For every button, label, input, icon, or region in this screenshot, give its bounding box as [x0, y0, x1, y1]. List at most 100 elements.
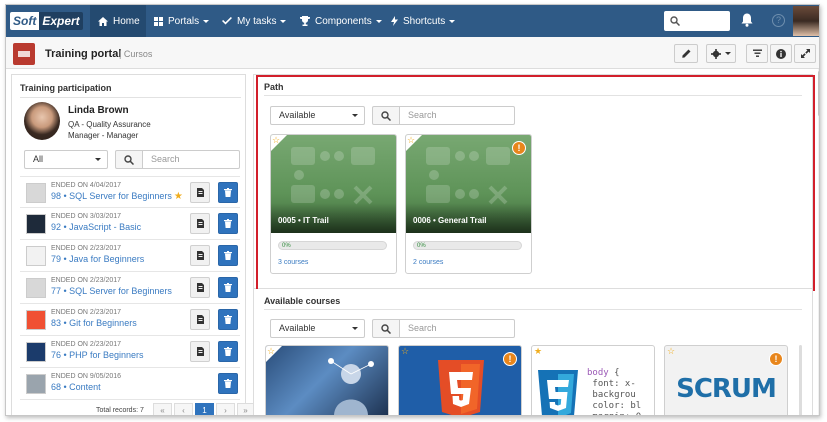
search-button[interactable] — [115, 150, 143, 169]
delete-button[interactable] — [218, 245, 238, 266]
next-page-button[interactable]: › — [216, 403, 235, 415]
star-icon: ★ — [173, 191, 183, 202]
last-page-button[interactable]: » — [237, 403, 254, 415]
course-end-date: ENDED ON 2/23/2017 — [51, 309, 122, 316]
page-scrollbar-track[interactable] — [818, 69, 819, 415]
participation-course-row[interactable]: ENDED ON 9/05/2016 68 • Content — [20, 368, 240, 400]
trash-icon — [224, 188, 232, 197]
delete-button[interactable] — [218, 373, 238, 394]
trail-course-count-link[interactable]: 2 courses — [413, 259, 443, 266]
nav-shortcuts[interactable]: Shortcuts — [391, 5, 456, 37]
course-card-scrum[interactable]: ☆ ! SCRUM — [664, 345, 788, 415]
current-page-button[interactable]: 1 — [195, 403, 214, 415]
course-thumbnail — [26, 246, 46, 266]
chevron-down-icon — [725, 52, 731, 55]
search-button[interactable] — [372, 319, 400, 338]
user-avatar[interactable] — [793, 6, 819, 36]
participation-search-input[interactable]: Search — [143, 150, 240, 169]
info-button[interactable] — [770, 44, 792, 63]
trash-icon — [224, 347, 232, 356]
trail-card[interactable]: ☆ 0005 • IT Trail 0% 3 courses — [270, 134, 397, 274]
global-search-input[interactable] — [664, 11, 730, 31]
pencil-icon — [681, 49, 690, 58]
trash-icon — [224, 379, 232, 388]
course-card-network[interactable]: ☆ — [265, 345, 389, 415]
edit-button[interactable] — [674, 44, 698, 63]
document-icon — [196, 219, 204, 228]
bell-icon[interactable] — [741, 13, 753, 27]
scrum-image: SCRUM — [676, 374, 777, 404]
page-scrollbar-thumb[interactable] — [818, 71, 819, 116]
certificate-button[interactable] — [190, 277, 210, 298]
course-name-link[interactable]: 77 • SQL Server for Beginners — [51, 286, 172, 296]
expand-button[interactable] — [794, 44, 816, 63]
page-subtitle: | Cursos — [119, 49, 153, 59]
softexpert-logo[interactable]: Soft Expert — [10, 11, 83, 31]
chevron-down-icon — [352, 327, 358, 330]
expand-icon — [800, 49, 810, 58]
available-search-input[interactable]: Search — [400, 319, 515, 338]
participation-filter-select[interactable]: All — [24, 150, 108, 169]
star-icon: ★ — [534, 346, 543, 356]
course-name-link[interactable]: 79 • Java for Beginners — [51, 254, 144, 264]
certificate-button[interactable] — [190, 182, 210, 203]
check-icon — [222, 17, 232, 25]
nav-home[interactable]: Home — [90, 5, 146, 37]
delete-button[interactable] — [218, 213, 238, 234]
certificate-button[interactable] — [190, 213, 210, 234]
participation-course-row[interactable]: ENDED ON 2/23/2017 77 • SQL Server for Be… — [20, 272, 240, 304]
panel-title: Path — [264, 82, 284, 92]
path-panel: Path Available Search ☆ 0005 • IT Trail 0%… — [253, 74, 813, 289]
trash-icon — [224, 251, 232, 260]
first-page-button[interactable]: « — [153, 403, 172, 415]
nav-components[interactable]: Components — [300, 5, 382, 37]
search-button[interactable] — [372, 106, 400, 125]
participation-course-row[interactable]: ENDED ON 2/23/2017 83 • Git for Beginners — [20, 304, 240, 336]
course-end-date: ENDED ON 2/23/2017 — [51, 245, 122, 252]
trail-card[interactable]: ☆! 0006 • General Trail 0% 2 courses — [405, 134, 532, 274]
filter-button[interactable] — [746, 44, 768, 63]
trail-progress-label: 0% — [282, 243, 291, 249]
star-icon: ☆ — [407, 135, 416, 145]
delete-button[interactable] — [218, 309, 238, 330]
participation-course-row[interactable]: ENDED ON 4/04/2017 98 • SQL Server for Be… — [20, 176, 240, 208]
course-end-date: ENDED ON 2/23/2017 — [51, 277, 122, 284]
trail-course-count-link[interactable]: 3 courses — [278, 259, 308, 266]
certificate-button[interactable] — [190, 341, 210, 362]
chevron-down-icon — [375, 19, 382, 23]
course-thumbnail — [26, 310, 46, 330]
course-card-css3[interactable]: ★ body { font: x- backgrou color: bl mar… — [531, 345, 655, 415]
search-icon — [670, 16, 680, 26]
code-text-image: body { font: x- backgrou color: bl margi… — [587, 368, 642, 415]
warning-icon: ! — [503, 352, 517, 366]
delete-button[interactable] — [218, 277, 238, 298]
course-name-link[interactable]: 76 • PHP for Beginners — [51, 350, 144, 360]
participation-course-row[interactable]: ENDED ON 3/03/2017 92 • JavaScript - Basi… — [20, 208, 240, 240]
total-records: Total records: 7 — [96, 407, 144, 414]
certificate-button[interactable] — [190, 309, 210, 330]
course-name-link[interactable]: 92 • JavaScript - Basic — [51, 222, 141, 232]
inner-scrollbar[interactable] — [799, 345, 802, 415]
course-thumbnail — [26, 183, 46, 203]
participation-course-row[interactable]: ENDED ON 2/23/2017 76 • PHP for Beginners — [20, 336, 240, 368]
settings-button[interactable] — [706, 44, 736, 63]
participation-course-row[interactable]: ENDED ON 2/23/2017 79 • Java for Beginner… — [20, 240, 240, 272]
delete-button[interactable] — [218, 341, 238, 362]
help-icon[interactable]: ? — [772, 14, 785, 27]
available-filter-select[interactable]: Available — [270, 319, 365, 338]
prev-page-button[interactable]: ‹ — [174, 403, 193, 415]
path-filter-select[interactable]: Available — [270, 106, 365, 125]
path-search-input[interactable]: Search — [400, 106, 515, 125]
course-thumbnail — [26, 214, 46, 234]
nav-my-tasks[interactable]: My tasks — [222, 5, 287, 37]
course-name-link[interactable]: 83 • Git for Beginners — [51, 318, 137, 328]
certificate-button[interactable] — [190, 245, 210, 266]
course-thumbnail — [26, 342, 46, 362]
trail-pattern-image — [426, 147, 510, 205]
star-icon: ☆ — [401, 346, 410, 356]
course-name-link[interactable]: 68 • Content — [51, 382, 101, 392]
nav-portals[interactable]: Portals — [154, 5, 210, 37]
course-card-html5[interactable]: ☆ ! — [398, 345, 522, 415]
delete-button[interactable] — [218, 182, 238, 203]
course-name-link[interactable]: 98 • SQL Server for Beginners ★ — [51, 191, 183, 202]
